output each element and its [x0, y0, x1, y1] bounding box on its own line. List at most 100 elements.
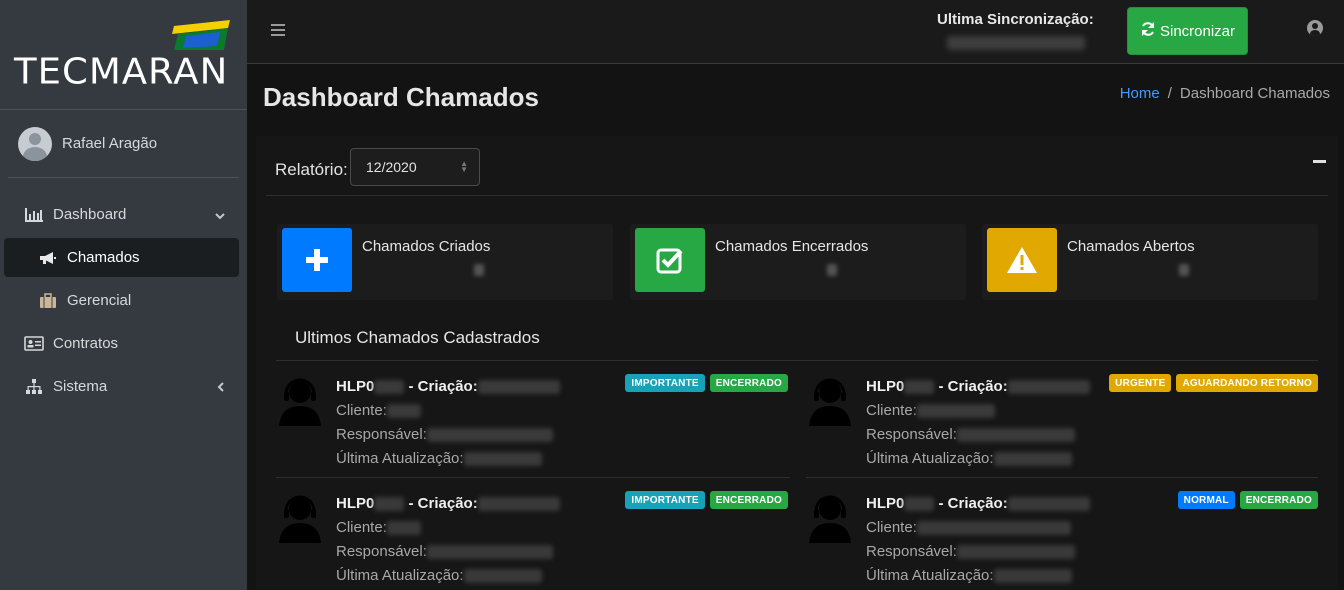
status-badge: ENCERRADO	[1239, 491, 1318, 509]
ticket-client-label: Cliente:	[866, 519, 917, 536]
info-box-count-redacted	[474, 264, 484, 276]
sidebar: TECMARAN Rafael Aragão Dashboard Chamado…	[0, 0, 247, 590]
user-circle-icon[interactable]	[1307, 20, 1323, 36]
report-month-value: 12/2020	[366, 159, 417, 175]
ticket-creation-label: - Criação:	[408, 378, 478, 395]
ticket-responsible-label: Responsável:	[336, 543, 427, 560]
sitemap-icon	[24, 378, 44, 395]
report-month-input[interactable]: 12/2020 ▲ ▼	[350, 148, 480, 186]
divider	[276, 477, 790, 478]
dashboard-card: Relatório: 12/2020 ▲ ▼ Chamados Criados C…	[256, 136, 1338, 590]
ticket-client-line: Cliente:	[866, 402, 995, 419]
ticket-id-prefix: HLP0	[336, 495, 375, 512]
logo-flag-icon	[172, 20, 230, 50]
plus-icon	[282, 228, 352, 292]
sidebar-item-label: Dashboard	[53, 206, 127, 223]
ticket-updated-line: Última Atualização:	[866, 567, 1072, 584]
top-header: Ultima Sincronização: Sincronizar	[247, 0, 1344, 64]
chevron-down-icon	[215, 207, 225, 223]
ticket-creation-label: - Criação:	[938, 378, 1008, 395]
ticket-responsible-line: Responsável:	[866, 426, 1075, 443]
ticket-title-line: HLP0 - Criação:	[866, 495, 1090, 512]
status-badge: AGUARDANDO RETORNO	[1176, 374, 1318, 392]
info-box-open: Chamados Abertos	[982, 224, 1318, 300]
ticket-responsible-line: Responsável:	[336, 426, 553, 443]
sidebar-item-dashboard[interactable]: Dashboard	[4, 193, 239, 236]
ticket-id-prefix: HLP0	[336, 378, 375, 395]
ticket-item[interactable]: HLP0 - Criação: Cliente: Responsável: Úl…	[276, 366, 788, 478]
info-box-count-redacted	[1179, 264, 1189, 276]
page-title: Dashboard Chamados	[263, 82, 539, 112]
breadcrumb: Home / Dashboard Chamados	[1120, 85, 1330, 102]
avatar	[18, 126, 52, 161]
headset-agent-icon	[809, 378, 851, 426]
ticket-updated-line: Última Atualização:	[866, 450, 1072, 467]
collapse-minus-icon[interactable]	[1313, 160, 1326, 163]
chevron-left-icon	[217, 379, 225, 395]
ticket-creation-label: - Criação:	[938, 495, 1008, 512]
ticket-responsible-line: Responsável:	[336, 543, 553, 560]
info-box-label: Chamados Encerrados	[715, 238, 869, 255]
refresh-icon	[1140, 21, 1156, 42]
ticket-responsible-label: Responsável:	[866, 543, 957, 560]
hamburger-menu-icon[interactable]	[271, 24, 285, 39]
ticket-badges: IMPORTANTE ENCERRADO	[625, 491, 788, 509]
breadcrumb-separator: /	[1167, 85, 1172, 102]
status-badge: ENCERRADO	[709, 491, 788, 509]
ticket-client-line: Cliente:	[336, 402, 421, 419]
sidebar-item-label: Chamados	[67, 249, 140, 266]
ticket-badges: NORMAL ENCERRADO	[1177, 491, 1318, 509]
headset-agent-icon	[809, 495, 851, 543]
sidebar-item-contratos[interactable]: Contratos	[4, 322, 239, 365]
check-square-icon	[635, 228, 705, 292]
brand-name: TECMARAN	[14, 51, 229, 92]
sidebar-nav: Dashboard Chamados Gerencial Contratos S…	[4, 193, 239, 408]
ticket-responsible-label: Responsável:	[866, 426, 957, 443]
report-label: Relatório:	[275, 160, 348, 179]
ticket-updated-label: Última Atualização:	[336, 567, 464, 584]
ticket-creation-label: - Criação:	[408, 495, 478, 512]
ticket-title-line: HLP0 - Criação:	[866, 378, 1090, 395]
ticket-item[interactable]: HLP0 - Criação: Cliente: Responsável: Úl…	[276, 483, 788, 590]
brand-logo[interactable]: TECMARAN	[0, 0, 247, 110]
sidebar-item-chamados[interactable]: Chamados	[4, 238, 239, 277]
info-box-closed: Chamados Encerrados	[630, 224, 966, 300]
ticket-id-prefix: HLP0	[866, 495, 905, 512]
ticket-updated-line: Última Atualização:	[336, 567, 542, 584]
ticket-title-line: HLP0 - Criação:	[336, 495, 560, 512]
user-panel[interactable]: Rafael Aragão	[8, 110, 239, 178]
sidebar-item-sistema[interactable]: Sistema	[4, 365, 239, 408]
sync-date-redacted	[947, 36, 1085, 50]
ticket-responsible-line: Responsável:	[866, 543, 1075, 560]
sync-button[interactable]: Sincronizar	[1127, 7, 1248, 55]
sync-label: Ultima Sincronização:	[937, 11, 1094, 28]
sync-button-label: Sincronizar	[1159, 22, 1236, 40]
ticket-client-line: Cliente:	[336, 519, 421, 536]
ticket-badges: IMPORTANTE ENCERRADO	[625, 374, 788, 392]
sidebar-item-label: Contratos	[53, 335, 119, 352]
section-title: Ultimos Chamados Cadastrados	[295, 328, 540, 347]
ticket-updated-label: Última Atualização:	[336, 450, 464, 467]
bar-chart-icon	[24, 207, 44, 222]
breadcrumb-current: Dashboard Chamados	[1179, 85, 1330, 102]
info-box-label: Chamados Criados	[362, 238, 491, 255]
ticket-responsible-label: Responsável:	[336, 426, 427, 443]
sidebar-item-gerencial[interactable]: Gerencial	[4, 279, 239, 322]
ticket-title-line: HLP0 - Criação:	[336, 378, 560, 395]
ticket-item[interactable]: HLP0 - Criação: Cliente: Responsável: Úl…	[806, 366, 1318, 478]
ticket-updated-label: Última Atualização:	[866, 567, 994, 584]
headset-agent-icon	[279, 495, 321, 543]
warning-icon	[987, 228, 1057, 292]
ticket-client-label: Cliente:	[336, 402, 387, 419]
priority-badge: IMPORTANTE	[625, 374, 705, 392]
ticket-updated-label: Última Atualização:	[866, 450, 994, 467]
breadcrumb-home-link[interactable]: Home	[1120, 85, 1160, 102]
status-badge: ENCERRADO	[709, 374, 788, 392]
ticket-client-label: Cliente:	[336, 519, 387, 536]
ticket-item[interactable]: HLP0 - Criação: Cliente: Responsável: Úl…	[806, 483, 1318, 590]
spinner-arrows-icon[interactable]: ▲ ▼	[460, 160, 468, 174]
info-box-count-redacted	[827, 264, 837, 276]
ticket-badges: URGENTE AGUARDANDO RETORNO	[1109, 374, 1318, 392]
ticket-client-line: Cliente:	[866, 519, 1071, 536]
divider	[276, 360, 1318, 361]
